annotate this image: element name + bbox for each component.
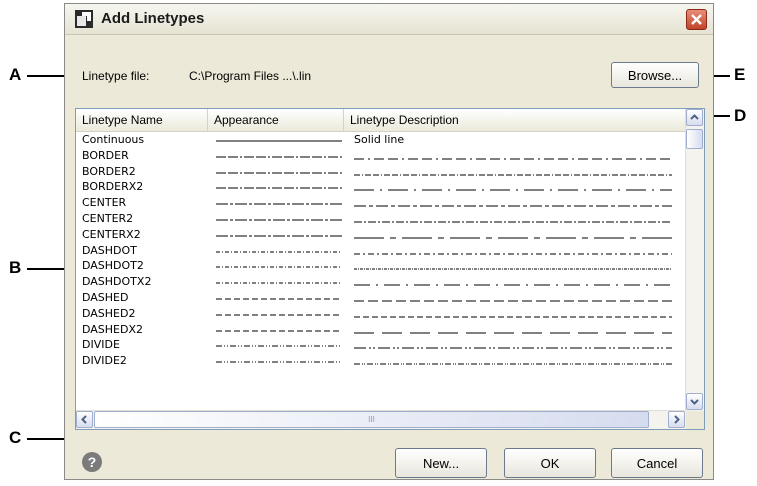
description-pattern-line — [354, 268, 672, 270]
appearance-line — [216, 219, 342, 221]
linetype-name-cell: BORDER2 — [82, 164, 136, 178]
appearance-line — [216, 266, 342, 268]
description-pattern-line — [354, 332, 672, 334]
scroll-grip: III — [368, 415, 375, 424]
table-row[interactable]: Continuous Solid line — [76, 133, 686, 149]
chevron-right-icon — [674, 415, 680, 424]
description-pattern-line — [354, 347, 672, 349]
table-row[interactable]: DASHDOTX2 — [76, 275, 686, 291]
callout-e: E — [734, 65, 746, 84]
cancel-button[interactable]: Cancel — [611, 448, 703, 478]
linetype-name-cell: DASHDOT2 — [82, 259, 144, 273]
appearance-line — [216, 140, 342, 142]
linetype-name-cell: CENTER — [82, 196, 127, 210]
description-pattern-line — [354, 174, 672, 176]
appearance-line — [216, 361, 342, 363]
autocad-app-icon — [75, 10, 93, 28]
appearance-line — [216, 251, 342, 253]
table-row[interactable]: DIVIDE — [76, 338, 686, 354]
description-pattern-line — [354, 253, 672, 255]
appearance-line — [216, 187, 342, 189]
help-icon[interactable]: ? — [82, 452, 102, 472]
appearance-line — [216, 156, 342, 158]
linetype-name-cell: DIVIDE — [82, 338, 120, 352]
table-row[interactable]: DIVIDE2 — [76, 354, 686, 370]
chevron-left-icon — [81, 415, 87, 424]
appearance-line — [216, 203, 342, 205]
table-row[interactable]: CENTER — [76, 196, 686, 212]
scrollbar-corner — [686, 411, 704, 429]
appearance-line — [216, 235, 342, 237]
callout-c: C — [9, 428, 22, 447]
scroll-right-button[interactable] — [668, 411, 685, 428]
table-row[interactable]: DASHEDX2 — [76, 323, 686, 339]
scroll-up-button[interactable] — [686, 109, 703, 126]
linetype-name-cell: CENTER2 — [82, 211, 134, 225]
description-pattern-line — [354, 363, 672, 365]
appearance-line — [216, 330, 342, 332]
description-pattern-line — [354, 221, 672, 223]
appearance-line — [216, 345, 342, 347]
linetype-description-cell: Solid line — [354, 133, 405, 146]
browse-button[interactable]: Browse... — [611, 62, 699, 88]
scroll-down-button[interactable] — [686, 393, 703, 410]
linetype-name-cell: DIVIDE2 — [82, 354, 127, 368]
chevron-down-icon — [690, 399, 699, 405]
horizontal-scroll-thumb[interactable]: III — [94, 411, 649, 428]
close-button[interactable] — [686, 9, 707, 30]
linetype-name-cell: DASHED2 — [82, 306, 136, 320]
description-pattern-line — [354, 158, 672, 160]
chevron-up-icon — [690, 114, 699, 120]
list-rows: Continuous Solid line BORDER BORDER2 BORDERX… — [76, 133, 686, 370]
table-row[interactable]: CENTER2 — [76, 212, 686, 228]
callout-a: A — [9, 65, 22, 84]
linetype-name-cell: Continuous — [82, 133, 145, 146]
dialog-title: Add Linetypes — [101, 10, 205, 27]
appearance-line — [216, 172, 342, 174]
description-pattern-line — [354, 316, 672, 318]
description-pattern-line — [354, 189, 672, 191]
close-icon — [691, 14, 702, 25]
description-pattern-line — [354, 237, 672, 239]
appearance-line — [216, 282, 342, 284]
linetype-name-cell: BORDERX2 — [82, 180, 144, 194]
linetype-file-label: Linetype file: — [82, 69, 150, 83]
linetype-name-cell: DASHEDX2 — [82, 322, 144, 336]
column-header-appearance[interactable]: Appearance — [208, 109, 344, 131]
table-row[interactable]: DASHDOT — [76, 244, 686, 260]
column-header-linetype-name[interactable]: Linetype Name — [76, 109, 208, 131]
description-pattern-line — [354, 284, 672, 286]
table-row[interactable]: DASHED — [76, 291, 686, 307]
appearance-line — [216, 298, 342, 300]
vertical-scroll-thumb[interactable] — [686, 129, 703, 149]
description-pattern-line — [354, 300, 672, 302]
callout-b: B — [9, 258, 22, 277]
horizontal-scrollbar[interactable]: III — [76, 410, 686, 429]
appearance-line — [216, 314, 342, 316]
scroll-left-button[interactable] — [76, 411, 93, 428]
add-linetypes-dialog: Add Linetypes Linetype file: C:\Program … — [64, 3, 714, 480]
linetype-name-cell: DASHDOTX2 — [82, 275, 152, 289]
linetype-name-cell: BORDER — [82, 148, 129, 162]
description-pattern-line — [354, 205, 672, 207]
new-button[interactable]: New... — [395, 448, 487, 478]
title-bar[interactable]: Add Linetypes — [65, 4, 713, 35]
linetype-file-path: C:\Program Files ...\.lin — [189, 69, 312, 83]
table-row[interactable]: CENTERX2 — [76, 228, 686, 244]
linetype-name-cell: CENTERX2 — [82, 227, 141, 241]
vertical-scrollbar[interactable] — [685, 109, 704, 411]
linetype-name-cell: DASHED — [82, 290, 129, 304]
table-row[interactable]: BORDERX2 — [76, 180, 686, 196]
table-row[interactable]: BORDER — [76, 149, 686, 165]
table-row[interactable]: DASHDOT2 — [76, 259, 686, 275]
linetype-list[interactable]: Linetype Name Appearance Linetype Descri… — [75, 108, 705, 430]
table-row[interactable]: DASHED2 — [76, 307, 686, 323]
column-header-linetype-description[interactable]: Linetype Description — [344, 109, 686, 131]
callout-d: D — [734, 106, 747, 125]
ok-button[interactable]: OK — [504, 448, 596, 478]
list-header: Linetype Name Appearance Linetype Descri… — [76, 109, 686, 132]
table-row[interactable]: BORDER2 — [76, 165, 686, 181]
linetype-name-cell: DASHDOT — [82, 243, 137, 257]
